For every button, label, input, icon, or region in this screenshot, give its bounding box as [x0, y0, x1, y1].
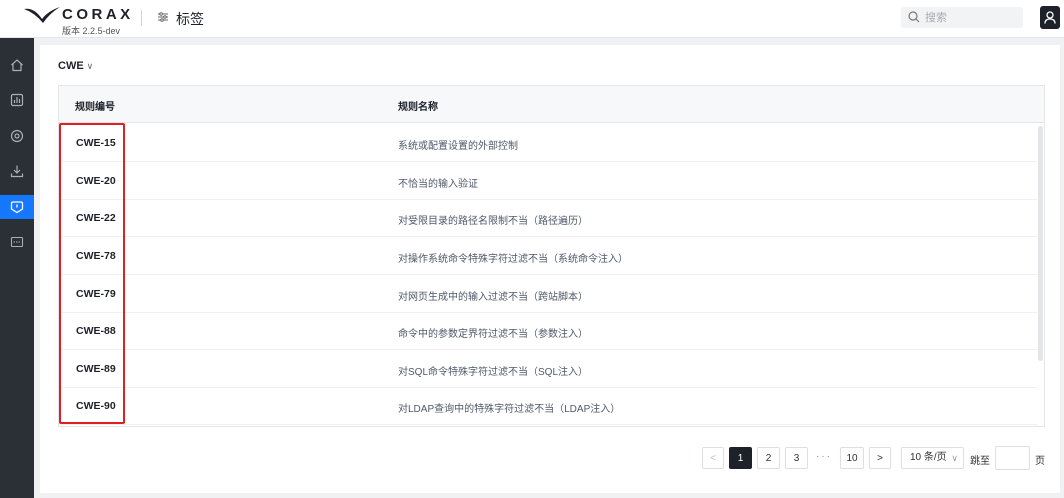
sidebar-item-home[interactable] [0, 53, 34, 77]
table-row[interactable]: CWE-20 不恰当的输入验证 [59, 162, 1037, 200]
page-suffix-label: 页 [1035, 456, 1045, 467]
table-row[interactable]: CWE-90 对LDAP查询中的特殊字符过滤不当（LDAP注入） [59, 387, 1037, 425]
table-row[interactable]: CWE-15 系统或配置设置的外部控制 [59, 124, 1037, 162]
rule-id-cell: CWE-89 [76, 363, 116, 375]
version-label: 版本 2.2.5-dev [62, 26, 121, 36]
prev-page-button[interactable]: < [702, 447, 724, 469]
column-header-rule-id: 规则编号 [75, 102, 115, 113]
rules-table: 规则编号 规则名称 CWE-15 系统或配置设置的外部控制 CWE-20 不恰当… [58, 85, 1045, 427]
jump-to-label: 跳至 [970, 456, 990, 467]
table-header: 规则编号 规则名称 [59, 86, 1044, 123]
corax-logo [24, 7, 60, 23]
tag-icon [10, 201, 24, 214]
page-size-select[interactable]: 10 条/页 ∨ [901, 447, 964, 469]
search-input[interactable] [925, 9, 1019, 26]
download-icon [10, 165, 24, 178]
page-button-1[interactable]: 1 [729, 447, 752, 469]
page-button-10[interactable]: 10 [840, 447, 864, 469]
brand-name: CORAX [62, 6, 134, 23]
search-icon [908, 11, 920, 23]
chevron-down-icon: ∨ [86, 61, 94, 71]
home-icon [11, 59, 23, 72]
chevron-down-icon: ∨ [951, 453, 958, 463]
user-avatar-button[interactable] [1040, 6, 1060, 29]
rule-name-cell: 不恰当的输入验证 [398, 179, 478, 190]
rule-name-cell: 命令中的参数定界符过滤不当（参数注入） [398, 329, 588, 340]
rule-name-cell: 对网页生成中的输入过滤不当（跨站脚本） [398, 292, 588, 303]
sidebar-item-rules[interactable] [0, 230, 34, 254]
table-row[interactable]: CWE-78 对操作系统命令特殊字符过滤不当（系统命令注入） [59, 237, 1037, 275]
table-row[interactable]: CWE-88 命令中的参数定界符过滤不当（参数注入） [59, 312, 1037, 350]
chart-icon [10, 93, 24, 107]
table-row[interactable]: CWE-22 对受限目录的路径名限制不当（路径遍历） [59, 199, 1037, 237]
rule-icon [10, 236, 24, 248]
page-button-3[interactable]: 3 [785, 447, 808, 469]
table-scrollbar[interactable] [1038, 126, 1043, 361]
rule-name-cell: 对受限目录的路径名限制不当（路径遍历） [398, 216, 588, 227]
column-header-rule-name: 规则名称 [398, 102, 438, 113]
user-icon [1044, 11, 1056, 24]
rule-name-cell: 对SQL命令特殊字符过滤不当（SQL注入） [398, 367, 589, 378]
top-header: CORAX 版本 2.2.5-dev 标签 [0, 0, 1064, 38]
table-row[interactable]: CWE-89 对SQL命令特殊字符过滤不当（SQL注入） [59, 350, 1037, 388]
rule-id-cell: CWE-22 [76, 212, 116, 224]
rule-name-cell: 对操作系统命令特殊字符过滤不当（系统命令注入） [398, 254, 628, 265]
search-box[interactable] [901, 7, 1023, 28]
rule-id-cell: CWE-15 [76, 137, 116, 149]
sidebar-item-tags[interactable] [0, 195, 34, 219]
rule-id-cell: CWE-90 [76, 400, 116, 412]
jump-page-input[interactable] [995, 446, 1030, 470]
rule-name-cell: 系统或配置设置的外部控制 [398, 141, 518, 152]
page-button-2[interactable]: 2 [757, 447, 780, 469]
next-page-button[interactable]: > [869, 447, 891, 469]
content-card: CWE ∨ 规则编号 规则名称 CWE-15 系统或配置设置的外部控制 CWE-2… [40, 45, 1060, 493]
sidebar-item-dashboard[interactable] [0, 88, 34, 112]
rule-id-cell: CWE-79 [76, 288, 116, 300]
sidebar-item-settings[interactable] [0, 124, 34, 148]
table-body: CWE-15 系统或配置设置的外部控制 CWE-20 不恰当的输入验证 CWE-… [59, 124, 1037, 426]
filter-label: CWE [58, 60, 84, 72]
rule-name-cell: 对LDAP查询中的特殊字符过滤不当（LDAP注入） [398, 404, 621, 415]
settings-icon [10, 129, 24, 143]
rule-id-cell: CWE-20 [76, 175, 116, 187]
sidebar-item-download[interactable] [0, 159, 34, 183]
page-title: 标签 [176, 11, 204, 27]
cwe-filter-dropdown[interactable]: CWE ∨ [58, 60, 93, 72]
rule-id-cell: CWE-78 [76, 250, 116, 262]
header-divider [141, 10, 142, 26]
sidebar [0, 38, 34, 498]
filter-sliders-icon [158, 12, 168, 22]
page-size-value: 10 条/页 [910, 452, 947, 463]
page-ellipsis[interactable]: ··· [816, 451, 832, 462]
rule-id-cell: CWE-88 [76, 325, 116, 337]
table-row[interactable]: CWE-79 对网页生成中的输入过滤不当（跨站脚本） [59, 275, 1037, 313]
